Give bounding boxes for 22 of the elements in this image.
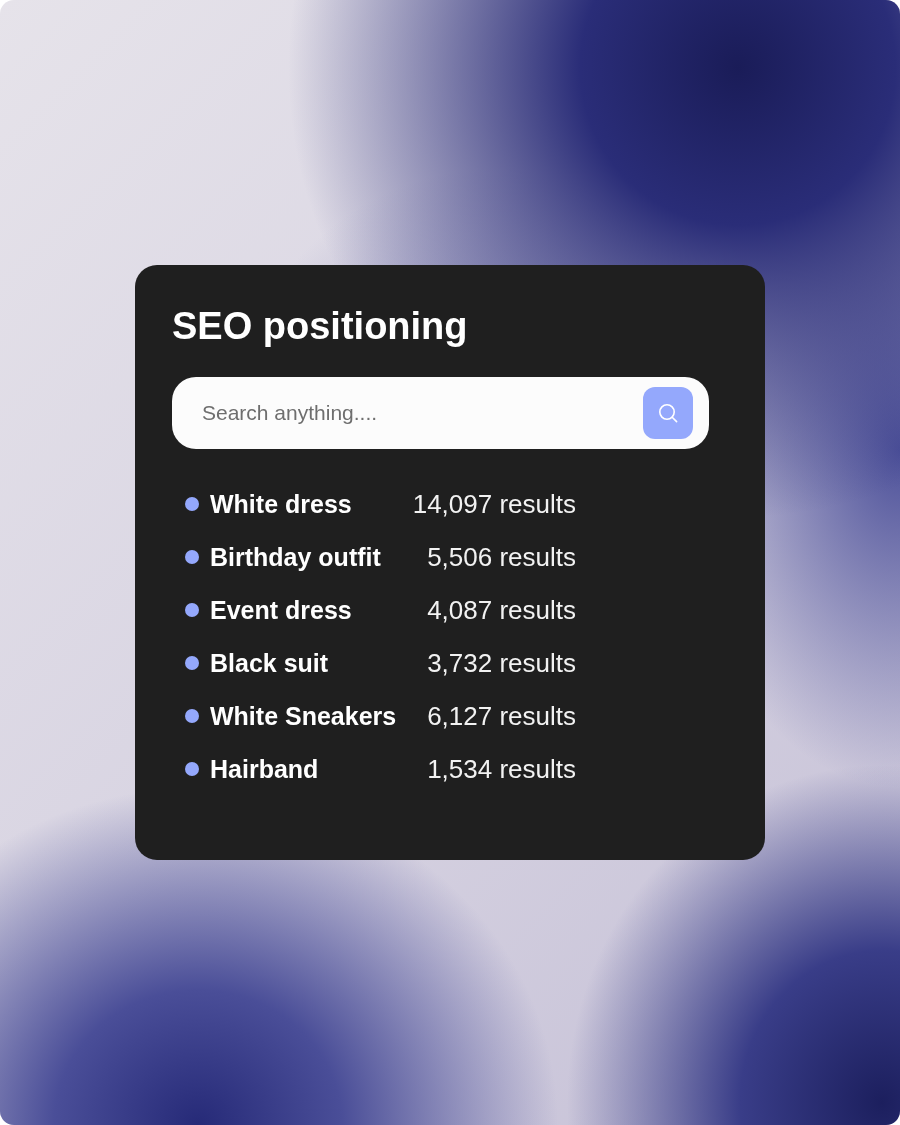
search-button[interactable] — [643, 387, 693, 439]
keyword-term: Black suit — [210, 648, 330, 679]
search-icon — [658, 403, 678, 423]
keyword-term: Birthday outfit — [210, 542, 382, 573]
result-count: 3,732 results — [427, 647, 576, 679]
keyword-term: White dress — [210, 489, 353, 520]
bullet-dot-icon — [185, 497, 199, 511]
card-title: SEO positioning — [172, 304, 469, 349]
bullet-dot-icon — [185, 656, 199, 670]
keyword-term: Event dress — [210, 595, 353, 626]
result-count: 6,127 results — [427, 700, 576, 732]
bullet-dot-icon — [185, 603, 199, 617]
result-count: 1,534 results — [427, 753, 576, 785]
search-field[interactable]: Search anything.... — [172, 377, 709, 449]
result-count: 5,506 results — [427, 541, 576, 573]
keyword-term: White Sneakers — [210, 701, 398, 732]
bullet-dot-icon — [185, 762, 199, 776]
result-count: 4,087 results — [427, 594, 576, 626]
keyword-term: Hairband — [210, 754, 320, 785]
bullet-dot-icon — [185, 550, 199, 564]
result-count: 14,097 results — [412, 488, 576, 520]
bullet-dot-icon — [185, 709, 199, 723]
